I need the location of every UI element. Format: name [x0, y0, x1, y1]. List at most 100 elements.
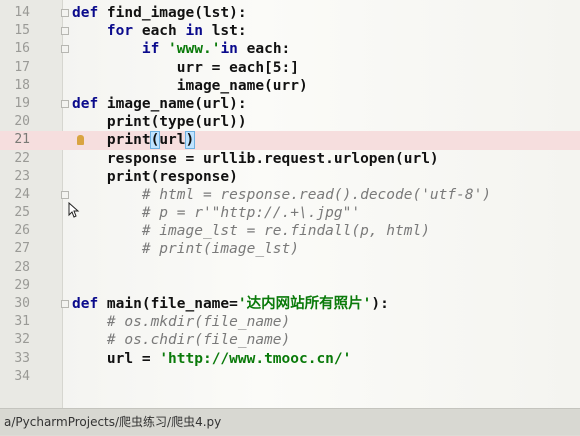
- code-text[interactable]: urr = each[5:]: [72, 59, 299, 77]
- code-token: # os.mkdir(file_name): [106, 314, 291, 331]
- code-token: '达内网站所有照片': [237, 296, 372, 312]
- code-token: image_name(urr): [72, 77, 308, 94]
- line-number: 27: [14, 241, 30, 257]
- code-token: url =: [72, 350, 160, 367]
- code-text[interactable]: # print(image_lst): [72, 240, 299, 258]
- code-token: # html = response.read().decode('utf-8'): [141, 186, 492, 203]
- line-number: 28: [14, 259, 30, 275]
- code-line[interactable]: 30 def main(file_name='达内网站所有照片'):: [0, 295, 580, 313]
- line-number: 26: [14, 223, 30, 239]
- line-number: 19: [14, 95, 30, 111]
- code-line[interactable]: 14 def find_image(lst):: [0, 4, 580, 22]
- code-token: # p = r'"http://.+\.jpg"': [141, 205, 361, 222]
- code-line[interactable]: 29: [0, 277, 580, 295]
- code-line[interactable]: 24 # html = response.read().decode('utf-…: [0, 186, 580, 204]
- code-line[interactable]: 31 # os.mkdir(file_name): [0, 313, 580, 331]
- code-line[interactable]: 28: [0, 259, 580, 277]
- code-token: lst:: [211, 23, 247, 40]
- code-text[interactable]: if 'www.'in each:: [72, 40, 290, 58]
- code-text[interactable]: image_name(urr): [72, 77, 308, 95]
- code-token: if: [141, 41, 169, 58]
- code-text[interactable]: response = urllib.request.urlopen(url): [72, 150, 439, 168]
- line-number: 32: [14, 332, 30, 348]
- code-line[interactable]: 25 # p = r'"http://.+\.jpg"': [0, 204, 580, 222]
- line-number: 31: [14, 314, 30, 330]
- code-text[interactable]: print(type(url)): [72, 113, 247, 131]
- code-token: each: [141, 23, 186, 40]
- code-token: in: [220, 41, 247, 58]
- line-number: 21: [14, 132, 30, 148]
- line-number: 24: [14, 186, 30, 202]
- code-text[interactable]: def find_image(lst):: [72, 4, 247, 22]
- code-line[interactable]: 20 print(type(url)): [0, 113, 580, 131]
- status-bar: a/PycharmProjects/爬虫练习/爬虫4.py: [0, 408, 580, 435]
- code-text[interactable]: print(url): [72, 131, 196, 150]
- line-number: 18: [14, 77, 30, 93]
- code-text[interactable]: def image_name(url):: [72, 95, 247, 113]
- code-token: 'http://www.tmooc.cn/': [159, 350, 352, 367]
- code-text[interactable]: print(response): [72, 168, 238, 186]
- code-token: response = urllib.request.urlopen(url): [72, 150, 439, 167]
- code-line[interactable]: 27 # print(image_lst): [0, 240, 580, 258]
- code-token: print(response): [72, 168, 238, 185]
- code-token: print: [72, 132, 151, 149]
- code-text[interactable]: # os.chdir(file_name): [72, 331, 290, 349]
- code-line[interactable]: 26 # image_lst = re.findall(p, html): [0, 222, 580, 240]
- code-token: # print(image_lst): [141, 241, 299, 258]
- code-text[interactable]: # p = r'"http://.+\.jpg"': [72, 204, 360, 222]
- code-line[interactable]: 18 image_name(urr): [0, 77, 580, 95]
- code-area[interactable]: 14 def find_image(lst): 15 for each in lst…: [0, 4, 580, 386]
- code-token: def: [72, 296, 107, 312]
- line-number: 22: [14, 150, 30, 166]
- code-text[interactable]: def main(file_name='达内网站所有照片'):: [72, 295, 389, 313]
- code-line[interactable]: 33 url = 'http://www.tmooc.cn/': [0, 350, 580, 368]
- line-number: 23: [14, 168, 30, 184]
- fold-toggle-icon[interactable]: [61, 27, 69, 36]
- code-text[interactable]: # os.mkdir(file_name): [72, 313, 290, 331]
- code-token: (: [149, 131, 161, 150]
- code-line[interactable]: 22 response = urllib.request.urlopen(url…: [0, 150, 580, 168]
- code-token: find_image(lst):: [106, 5, 247, 21]
- code-line[interactable]: 19 def image_name(url):: [0, 95, 580, 113]
- code-token: # image_lst = re.findall(p, html): [141, 223, 430, 240]
- code-token: in: [185, 23, 212, 40]
- code-editor[interactable]: 14 def find_image(lst): 15 for each in lst…: [0, 0, 580, 408]
- code-line[interactable]: 23 print(response): [0, 168, 580, 186]
- code-line[interactable]: 32 # os.chdir(file_name): [0, 331, 580, 349]
- code-token: for: [106, 23, 142, 40]
- code-text[interactable]: # image_lst = re.findall(p, html): [72, 222, 430, 240]
- line-number: 20: [14, 114, 30, 130]
- code-text[interactable]: for each in lst:: [72, 22, 247, 40]
- fold-toggle-icon[interactable]: [61, 9, 69, 17]
- fold-toggle-icon[interactable]: [61, 99, 69, 108]
- line-number: 30: [14, 296, 30, 311]
- code-token: def: [72, 5, 107, 21]
- code-token: # os.chdir(file_name): [106, 332, 291, 349]
- line-number: 14: [14, 5, 30, 20]
- code-line[interactable]: 34: [0, 368, 580, 386]
- fold-toggle-icon[interactable]: [61, 300, 69, 308]
- code-line[interactable]: 17 urr = each[5:]: [0, 59, 580, 77]
- code-token: def: [72, 95, 107, 112]
- code-text[interactable]: # html = response.read().decode('utf-8'): [72, 186, 491, 204]
- code-token: each:: [246, 41, 291, 58]
- code-token: main(file_name=: [106, 296, 238, 312]
- code-line[interactable]: 21 print(url): [0, 131, 580, 150]
- code-token: ):: [371, 296, 389, 312]
- mouse-pointer-icon: [68, 202, 80, 218]
- code-token: image_name(url):: [106, 95, 247, 112]
- fold-toggle-icon[interactable]: [61, 45, 69, 54]
- code-line[interactable]: 16 if 'www.'in each:: [0, 40, 580, 58]
- code-token: url: [159, 132, 186, 149]
- code-line[interactable]: 15 for each in lst:: [0, 22, 580, 40]
- line-number: 34: [14, 368, 30, 384]
- line-number: 25: [14, 205, 30, 221]
- code-text[interactable]: url = 'http://www.tmooc.cn/': [72, 350, 351, 368]
- file-path: a/PycharmProjects/爬虫练习/爬虫4.py: [4, 415, 222, 429]
- fold-toggle-icon[interactable]: [61, 190, 69, 199]
